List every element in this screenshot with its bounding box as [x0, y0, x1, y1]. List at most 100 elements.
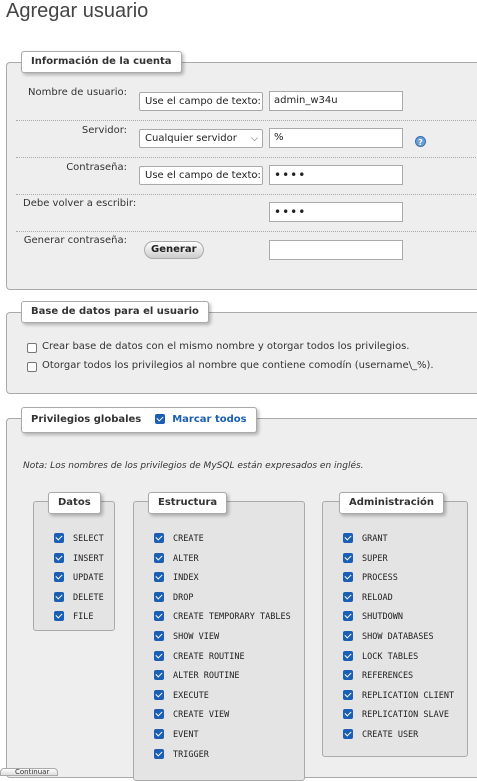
check-all-checkbox[interactable] [154, 414, 165, 424]
privileges-legend-title: Privilegios globales [31, 414, 142, 425]
check-all-toggle[interactable]: Marcar todos [154, 414, 247, 425]
privilege-label: LOCK TABLES [362, 651, 419, 662]
privilege-checkbox-row[interactable]: RELOAD [343, 591, 393, 604]
privilege-checkbox[interactable] [343, 670, 353, 681]
privilege-checkbox-row[interactable]: PROCESS [343, 572, 398, 584]
privilege-checkbox-row[interactable]: SUPER [343, 552, 388, 565]
help-icon[interactable]: ? [415, 136, 426, 147]
privilege-checkbox[interactable] [154, 631, 164, 641]
host-select[interactable]: Cualquier servidor ⌵ [139, 129, 263, 148]
password-select-value: Use el campo de texto: [145, 170, 261, 181]
host-select-value: Cualquier servidor [145, 133, 237, 144]
privilege-checkbox[interactable] [54, 552, 64, 563]
privilege-checkbox-row[interactable]: INDEX [154, 572, 199, 584]
privilege-checkbox-row[interactable]: INSERT [54, 552, 104, 565]
privilege-checkbox-row[interactable]: LOCK TABLES [343, 650, 419, 663]
privilege-checkbox[interactable] [343, 689, 353, 700]
privilege-checkbox[interactable] [154, 709, 164, 720]
username-select-value: Use el campo de texto: [145, 96, 261, 107]
generate-password-button[interactable]: Generar [144, 241, 204, 259]
privilege-checkbox-row[interactable]: DELETE [54, 591, 104, 604]
create-db-checkbox[interactable] [27, 343, 37, 353]
privilege-checkbox[interactable] [343, 552, 353, 563]
privilege-checkbox-row[interactable]: ALTER [154, 552, 199, 565]
privilege-checkbox[interactable] [154, 611, 164, 622]
host-label: Servidor: [81, 125, 127, 136]
username-input[interactable]: admin_w34u [269, 91, 403, 111]
privilege-checkbox[interactable] [343, 611, 353, 622]
privilege-checkbox-row[interactable]: SELECT [54, 533, 104, 545]
go-button[interactable]: Continuar [0, 768, 58, 776]
generate-label: Generar contraseña: [23, 235, 127, 246]
privilege-checkbox[interactable] [343, 709, 353, 720]
privilege-checkbox-row[interactable]: EXECUTE [154, 689, 209, 702]
privilege-checkbox-row[interactable]: FILE [54, 611, 93, 623]
username-label: Nombre de usuario: [28, 87, 127, 98]
database-legend: Base de datos para el usuario [21, 301, 209, 323]
privilege-checkbox[interactable] [154, 748, 164, 759]
username-select[interactable]: Use el campo de texto: ⌵ [139, 92, 263, 111]
privilege-checkbox-row[interactable]: CREATE [154, 533, 204, 545]
privilege-checkbox[interactable] [343, 631, 353, 641]
privilege-checkbox[interactable] [343, 533, 353, 543]
retype-password-input[interactable]: •••• [269, 202, 403, 222]
privilege-checkbox[interactable] [343, 650, 353, 661]
privileges-note: Nota: Los nombres de los privilegios de … [23, 461, 364, 471]
chevron-down-icon: ⌵ [251, 97, 258, 107]
privilege-label: EVENT [173, 730, 199, 740]
privilege-checkbox[interactable] [54, 611, 64, 622]
privilege-checkbox-row[interactable]: UPDATE [54, 572, 104, 584]
privilege-label: DELETE [73, 592, 104, 603]
privilege-checkbox[interactable] [154, 650, 164, 661]
check-all-label: Marcar todos [172, 414, 247, 425]
wildcard-db-checkbox[interactable] [27, 362, 37, 372]
privilege-label: CREATE TEMPORARY TABLES [173, 612, 291, 623]
host-input[interactable]: % [269, 128, 403, 148]
password-label: Contraseña: [66, 162, 127, 173]
privilege-checkbox-row[interactable]: ALTER ROUTINE [154, 670, 240, 682]
privilege-checkbox-row[interactable]: REPLICATION SLAVE [343, 709, 449, 721]
privilege-checkbox[interactable] [54, 591, 64, 602]
privilege-checkbox[interactable] [54, 572, 64, 583]
wildcard-db-label: Otorgar todos los privilegios al nombre … [42, 360, 434, 371]
privilege-label: INDEX [173, 573, 199, 584]
privilege-checkbox[interactable] [154, 572, 164, 583]
privilege-checkbox-row[interactable]: GRANT [343, 533, 388, 545]
privilege-label: CREATE [173, 534, 204, 544]
password-select[interactable]: Use el campo de texto: ⌵ [139, 166, 263, 185]
privilege-checkbox[interactable] [343, 591, 353, 602]
privilege-checkbox-row[interactable]: SHOW VIEW [154, 631, 219, 643]
data-privileges-group: Datos SELECT INSERT UPDATE DELETE FILE [33, 492, 115, 631]
data-group-title: Datos [48, 492, 101, 514]
privilege-checkbox[interactable] [154, 689, 164, 700]
generated-password-input[interactable] [269, 240, 403, 260]
privilege-label: PROCESS [362, 573, 398, 584]
privilege-checkbox[interactable] [154, 591, 164, 602]
privilege-checkbox[interactable] [154, 552, 164, 563]
privilege-checkbox-row[interactable]: CREATE TEMPORARY TABLES [154, 611, 291, 623]
privilege-checkbox-row[interactable]: SHUTDOWN [343, 611, 403, 623]
privilege-checkbox-row[interactable]: CREATE ROUTINE [154, 650, 245, 663]
privilege-checkbox-row[interactable]: REPLICATION CLIENT [343, 689, 454, 702]
privilege-label: ALTER [173, 553, 199, 564]
privilege-checkbox[interactable] [343, 729, 353, 739]
privilege-checkbox[interactable] [154, 670, 164, 681]
privilege-checkbox-row[interactable]: CREATE USER [343, 729, 418, 741]
row-divider [16, 231, 477, 232]
privilege-label: DROP [173, 592, 194, 603]
privilege-label: CREATE VIEW [173, 710, 230, 721]
privilege-checkbox-row[interactable]: SHOW DATABASES [343, 631, 434, 643]
privilege-checkbox-row[interactable]: REFERENCES [343, 670, 413, 682]
privilege-checkbox-row[interactable]: EVENT [154, 729, 199, 741]
privilege-checkbox-row[interactable]: TRIGGER [154, 748, 209, 761]
privilege-checkbox[interactable] [154, 533, 164, 543]
privilege-checkbox[interactable] [54, 533, 64, 543]
password-input[interactable]: •••• [269, 165, 403, 185]
privileges-legend: Privilegios globales Marcar todos [21, 407, 257, 433]
structure-group-title: Estructura [148, 492, 228, 514]
privilege-label: UPDATE [73, 573, 104, 584]
privilege-checkbox[interactable] [154, 729, 164, 739]
privilege-checkbox-row[interactable]: CREATE VIEW [154, 709, 229, 721]
privilege-checkbox[interactable] [343, 572, 353, 583]
privilege-checkbox-row[interactable]: DROP [154, 591, 194, 604]
